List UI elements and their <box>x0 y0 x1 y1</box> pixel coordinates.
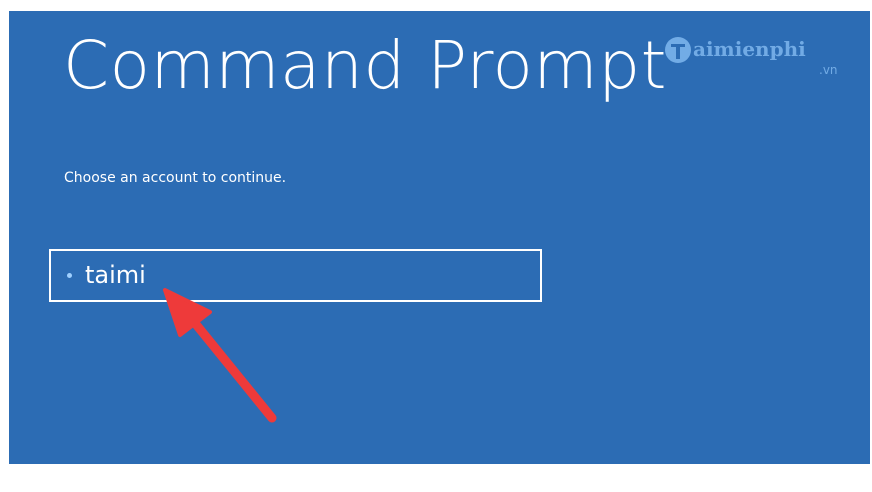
account-option-taimi[interactable]: taimi <box>49 249 542 302</box>
watermark-logo: aimienphi .vn <box>663 33 849 91</box>
account-name: taimi <box>85 261 146 289</box>
watermark-suffix: .vn <box>819 63 838 77</box>
watermark-text: aimienphi <box>693 37 806 61</box>
account-bullet-icon <box>67 273 72 278</box>
watermark-t-icon <box>665 37 691 63</box>
page-title: Command Prompt <box>63 27 667 104</box>
recovery-screen: Command Prompt Choose an account to cont… <box>9 11 870 464</box>
page-subtitle: Choose an account to continue. <box>64 170 287 186</box>
image-frame: Command Prompt Choose an account to cont… <box>0 0 872 492</box>
